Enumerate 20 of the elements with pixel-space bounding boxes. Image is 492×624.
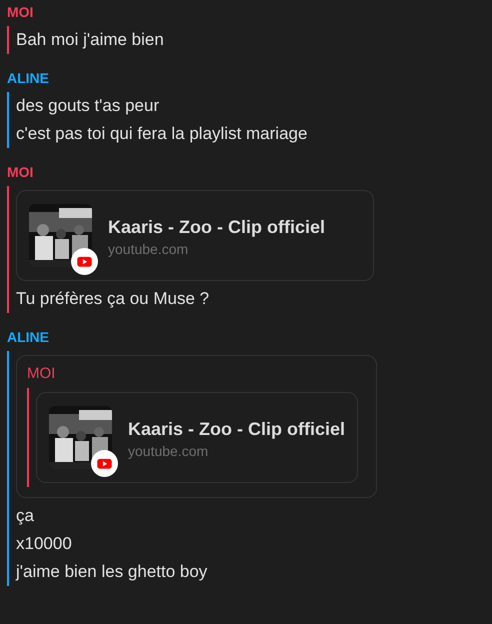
sender-name: MOI	[27, 364, 56, 384]
sender-name: ALINE	[7, 328, 50, 347]
message-text: ça	[16, 505, 35, 527]
message-text: Tu préfères ça ou Muse ?	[16, 288, 210, 310]
message-text: c'est pas toi qui fera la playlist mariage	[16, 123, 308, 145]
sender-name: MOI	[7, 3, 34, 22]
link-domain: youtube.com	[108, 240, 190, 258]
message-text: x10000	[16, 533, 73, 555]
link-preview-card[interactable]: Kaaris - Zoo - Clip officiel youtube.com	[36, 392, 358, 483]
link-title: Kaaris - Zoo - Clip officiel	[108, 216, 326, 239]
video-play-icon	[71, 248, 98, 275]
message-text: j'aime bien les ghetto boy	[16, 561, 208, 583]
video-play-icon	[91, 450, 118, 477]
message-text: Bah moi j'aime bien	[16, 29, 165, 51]
link-preview-card[interactable]: Kaaris - Zoo - Clip officiel youtube.com	[16, 190, 374, 281]
sender-name: ALINE	[7, 69, 50, 88]
sender-name: MOI	[7, 163, 34, 182]
link-title: Kaaris - Zoo - Clip officiel	[128, 418, 346, 441]
message-text: des gouts t'as peur	[16, 95, 160, 117]
link-domain: youtube.com	[128, 442, 210, 460]
